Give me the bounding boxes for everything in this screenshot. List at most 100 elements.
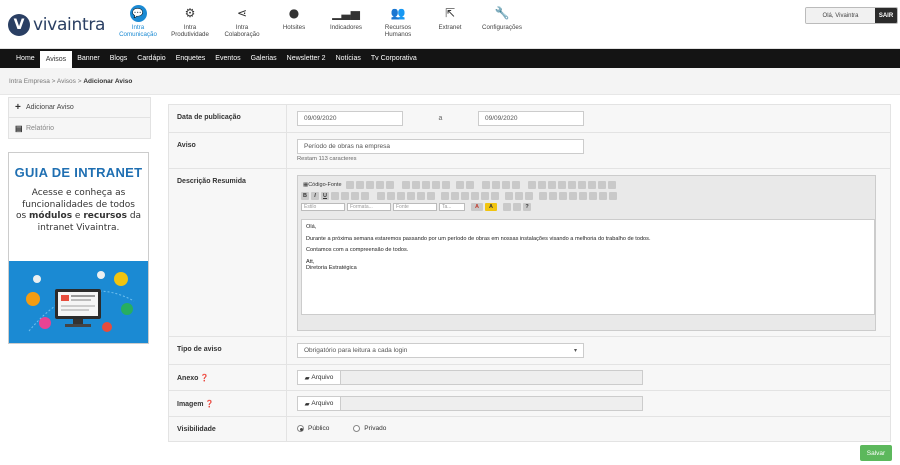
- checkbox-icon[interactable]: [537, 180, 546, 189]
- align-right-icon[interactable]: [461, 191, 469, 200]
- module-intra-colaboracao[interactable]: ⋖ Intra Colaboração: [216, 4, 268, 46]
- blockquote-icon[interactable]: [417, 191, 425, 200]
- font-select[interactable]: Fonte: [393, 202, 437, 211]
- align-left-icon[interactable]: [441, 191, 449, 200]
- nav-avisos[interactable]: Avisos: [39, 51, 73, 68]
- unlink-icon[interactable]: [515, 191, 523, 200]
- copy-icon[interactable]: [411, 180, 420, 189]
- nav-eventos[interactable]: Eventos: [210, 49, 245, 68]
- select-icon[interactable]: [577, 180, 586, 189]
- intranet-guide-banner[interactable]: GUIA DE INTRANET Acesse e conheça as fun…: [8, 152, 149, 344]
- nav-banner[interactable]: Banner: [72, 49, 105, 68]
- size-select[interactable]: Ta...: [439, 202, 465, 211]
- flash-icon[interactable]: [549, 191, 557, 200]
- select-all-icon[interactable]: [501, 180, 510, 189]
- module-intra-produtividade[interactable]: ⚙ Intra Produtividade: [164, 4, 216, 46]
- module-recursos-humanos[interactable]: 👥 Recursos Humanos: [372, 4, 424, 46]
- show-blocks-icon[interactable]: [513, 202, 521, 211]
- text-color-icon[interactable]: A: [471, 202, 483, 211]
- template-icon[interactable]: [385, 180, 394, 189]
- preview-icon[interactable]: [365, 180, 374, 189]
- module-indicadores[interactable]: ▁▃▅ Indicadores: [320, 4, 372, 46]
- remove-format-icon[interactable]: [361, 191, 369, 200]
- imagem-file-input[interactable]: ▰ Arquivo: [297, 396, 643, 411]
- rtl-icon[interactable]: [491, 191, 499, 200]
- vivaintra-logo[interactable]: V vivaintra: [8, 12, 105, 38]
- logout-button[interactable]: SAIR: [875, 8, 897, 23]
- source-code-button[interactable]: ▦ Código-Fonte: [301, 181, 344, 189]
- help-circle-icon[interactable]: ❓: [205, 401, 214, 408]
- module-hotsites[interactable]: ● Hotsites: [268, 4, 320, 46]
- nav-home[interactable]: Home: [11, 49, 40, 68]
- image-button-icon[interactable]: [597, 180, 606, 189]
- print-icon[interactable]: [375, 180, 384, 189]
- anchor-icon[interactable]: [525, 191, 533, 200]
- undo-icon[interactable]: [455, 180, 464, 189]
- breadcrumb-avisos[interactable]: Avisos: [57, 78, 76, 85]
- hidden-field-icon[interactable]: [607, 180, 616, 189]
- format-select[interactable]: Formata...: [347, 202, 391, 211]
- div-icon[interactable]: [427, 191, 435, 200]
- editor-content[interactable]: Olá, Durante a próxima semana estaremos …: [301, 219, 875, 315]
- breadcrumb-intra-empresa[interactable]: Intra Empresa: [9, 78, 50, 85]
- help-icon[interactable]: ?: [523, 202, 531, 211]
- numbered-list-icon[interactable]: [377, 191, 385, 200]
- user-greeting[interactable]: Olá, Vivaintra: [806, 8, 875, 23]
- hr-icon[interactable]: [569, 191, 577, 200]
- underline-button[interactable]: U: [321, 191, 329, 200]
- module-configuracoes[interactable]: 🔧 Configurações: [476, 4, 528, 46]
- tipo-aviso-select[interactable]: Obrigatório para leitura a cada login ▾: [297, 343, 584, 358]
- table-icon[interactable]: [559, 191, 567, 200]
- date-start-input[interactable]: 09/09/2020: [297, 111, 403, 126]
- subscript-icon[interactable]: [341, 191, 349, 200]
- superscript-icon[interactable]: [351, 191, 359, 200]
- module-extranet[interactable]: ⇱ Extranet: [424, 4, 476, 46]
- help-circle-icon[interactable]: ❓: [200, 375, 209, 382]
- textfield-icon[interactable]: [557, 180, 566, 189]
- nav-blogs[interactable]: Blogs: [105, 49, 133, 68]
- nav-noticias[interactable]: Notícias: [331, 49, 366, 68]
- indent-icon[interactable]: [407, 191, 415, 200]
- sidebar-item-add-aviso[interactable]: + Adicionar Aviso: [8, 97, 151, 118]
- align-justify-icon[interactable]: [471, 191, 479, 200]
- anexo-file-input[interactable]: ▰ Arquivo: [297, 370, 643, 385]
- maximize-icon[interactable]: [503, 202, 511, 211]
- outdent-icon[interactable]: [397, 191, 405, 200]
- bg-color-icon[interactable]: A: [485, 202, 497, 211]
- paste-icon[interactable]: [421, 180, 430, 189]
- sidebar-item-relatorio[interactable]: ▤ Relatório: [8, 118, 151, 139]
- style-select[interactable]: Estilo: [301, 202, 345, 211]
- paste-word-icon[interactable]: [441, 180, 450, 189]
- nav-tv-corporativa[interactable]: Tv Corporativa: [366, 49, 422, 68]
- spellcheck-icon[interactable]: [511, 180, 520, 189]
- form-icon[interactable]: [527, 180, 536, 189]
- find-icon[interactable]: [481, 180, 490, 189]
- aviso-title-input[interactable]: Período de obras na empresa: [297, 139, 584, 154]
- date-end-input[interactable]: 09/09/2020: [478, 111, 584, 126]
- nav-galerias[interactable]: Galerias: [246, 49, 282, 68]
- link-icon[interactable]: [505, 191, 513, 200]
- nav-cardapio[interactable]: Cardápio: [132, 49, 170, 68]
- nav-newsletter[interactable]: Newsletter 2: [282, 49, 331, 68]
- cut-icon[interactable]: [401, 180, 410, 189]
- radio-private[interactable]: Privado: [353, 425, 386, 432]
- strike-icon[interactable]: [331, 191, 339, 200]
- bold-button[interactable]: B: [301, 191, 309, 200]
- replace-icon[interactable]: [491, 180, 500, 189]
- button-icon[interactable]: [587, 180, 596, 189]
- new-doc-icon[interactable]: [355, 180, 364, 189]
- save-doc-icon[interactable]: [345, 180, 354, 189]
- redo-icon[interactable]: [465, 180, 474, 189]
- smiley-icon[interactable]: [579, 191, 587, 200]
- ltr-icon[interactable]: [481, 191, 489, 200]
- page-break-icon[interactable]: [599, 191, 607, 200]
- radio-icon[interactable]: [547, 180, 556, 189]
- nav-enquetes[interactable]: Enquetes: [171, 49, 211, 68]
- radio-public[interactable]: Público: [297, 425, 329, 432]
- image-icon[interactable]: [539, 191, 547, 200]
- italic-button[interactable]: I: [311, 191, 319, 200]
- paste-text-icon[interactable]: [431, 180, 440, 189]
- bullet-list-icon[interactable]: [387, 191, 395, 200]
- textarea-icon[interactable]: [567, 180, 576, 189]
- module-intra-comunicacao[interactable]: 💬 Intra Comunicação: [112, 4, 164, 46]
